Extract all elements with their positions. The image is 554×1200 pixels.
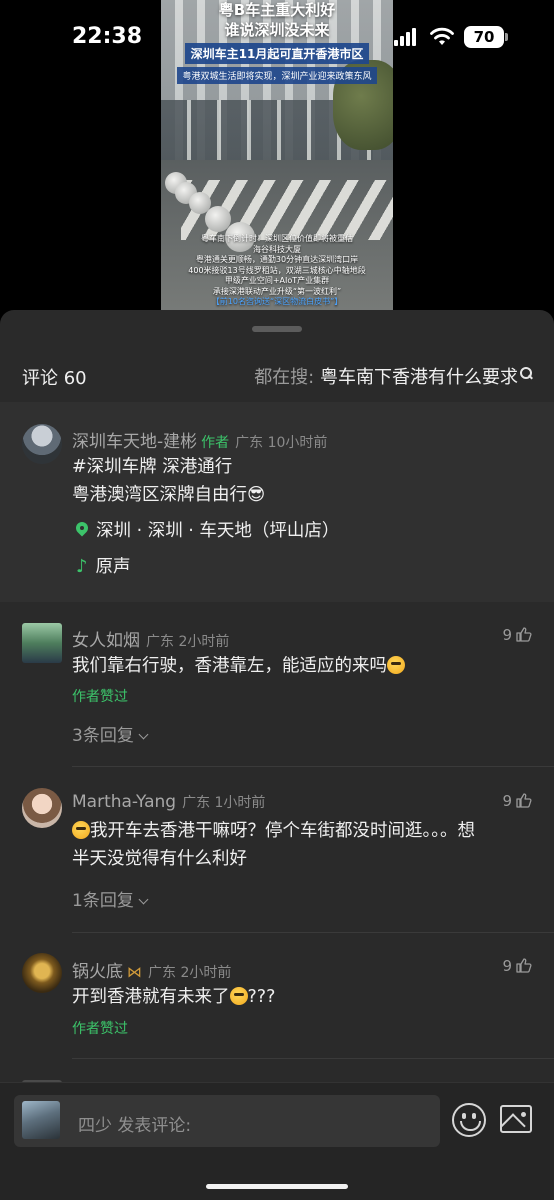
video-caption-line: 粤车南下倒计时！深圳区位价值即将被重估	[201, 234, 353, 243]
author-liked-tag: 作者赞过	[72, 1021, 128, 1037]
video-caption-line: 粤港通关更顺畅，通勤30分钟直达深圳湾口岸	[195, 255, 359, 264]
video-caption-line: 400米接驳13号线罗租站，双湖三城核心中轴地段	[188, 265, 366, 275]
video-caption-cta: 【前10名咨询送“深区物流白皮书”】	[211, 297, 343, 306]
comment-location-time: 广东 1小时前	[182, 795, 266, 811]
comments-header: 评论 60 都在搜: 粤车南下香港有什么要求	[0, 350, 554, 400]
author-post: 深圳车天地-建彬 作者 广东 10小时前 #深圳车牌 深港通行 粤港澳湾区深牌自由行…	[0, 402, 554, 602]
search-label: 都在搜:	[254, 367, 315, 388]
post-username[interactable]: 深圳车天地-建彬	[72, 432, 197, 452]
divider	[72, 932, 554, 933]
comment-location-time: 广东 2小时前	[148, 965, 232, 981]
cellular-signal-icon	[394, 28, 418, 46]
like-button[interactable]: 9	[502, 792, 532, 810]
battery-icon: 70	[464, 26, 508, 48]
avatar[interactable]	[22, 623, 62, 663]
comment-username-row: Martha-Yang 广东 1小时前	[72, 792, 265, 812]
status-time: 22:38	[72, 24, 143, 49]
comment-text-suffix: ???	[247, 987, 276, 1007]
comment-text-body: 我们靠右行驶，香港靠左，能适应的来吗	[72, 656, 387, 676]
post-sound[interactable]: 原声	[96, 557, 131, 577]
chevron-down-icon	[138, 729, 149, 740]
comment-count: 评论 60	[22, 368, 87, 389]
like-button[interactable]: 9	[502, 957, 532, 975]
comment-username-row: 锅火底 ⋈ 广东 2小时前	[72, 957, 231, 982]
thumbs-up-icon	[516, 793, 532, 808]
comments-panel: 评论 60 都在搜: 粤车南下香港有什么要求 深圳车天地-建彬 作者 广东 10小时…	[0, 310, 554, 1200]
comment-username[interactable]: Martha-Yang	[72, 792, 176, 812]
like-count: 9	[502, 957, 512, 975]
laughing-emoji-icon	[387, 656, 405, 674]
emoji-button-icon[interactable]	[452, 1103, 486, 1137]
wifi-icon	[430, 27, 454, 45]
like-button[interactable]: 9	[502, 626, 532, 644]
comment-text-line1: 我开车去香港干嘛呀？停个车街都没时间逛。。。想	[90, 821, 475, 841]
comment-text-body: 开到香港就有未来了	[72, 987, 230, 1007]
music-note-icon: ♪	[76, 556, 88, 577]
post-location[interactable]: 深圳 · 深圳 · 车天地（坪山店）	[96, 521, 339, 541]
comment-username[interactable]: 女人如烟	[72, 631, 140, 651]
comment-text: 开到香港就有未来了???	[72, 983, 275, 1011]
divider	[72, 766, 554, 767]
comment-text: 我们靠右行驶，香港靠左，能适应的来吗	[72, 652, 405, 680]
post-username-row: 深圳车天地-建彬 作者 广东 10小时前	[72, 427, 327, 452]
post-line2: 粤港澳湾区深牌自由行😎	[72, 485, 266, 505]
avatar[interactable]	[22, 788, 62, 828]
replies-label: 1条回复	[72, 891, 134, 911]
post-line1: #深圳车牌 深港通行	[72, 457, 233, 477]
laughing-emoji-icon	[72, 821, 90, 839]
location-pin-icon	[76, 522, 88, 538]
butterfly-badge-icon: ⋈	[127, 963, 142, 981]
video-caption-line: 承接深港联动产业升级“第一波红利”	[212, 286, 342, 296]
comment-text-line2: 半天没觉得有什么利好	[72, 849, 247, 869]
post-location-row[interactable]: 深圳 · 深圳 · 车天地（坪山店）	[76, 517, 339, 545]
comment-input-bar: 四少 发表评论:	[0, 1082, 554, 1200]
author-tag: 作者	[201, 435, 230, 451]
thumbs-up-icon	[516, 627, 532, 642]
comment-input-placeholder[interactable]: 四少 发表评论:	[78, 1111, 191, 1136]
home-indicator	[206, 1184, 348, 1189]
author-liked-tag: 作者赞过	[72, 689, 128, 705]
divider	[72, 1058, 554, 1059]
like-count: 9	[502, 626, 512, 644]
avatar	[22, 1101, 60, 1139]
post-location-time: 广东 10小时前	[235, 435, 328, 451]
view-replies-button[interactable]: 1条回复	[72, 886, 149, 911]
comment-location-time: 广东 2小时前	[146, 634, 230, 650]
comment-username-row: 女人如烟 广东 2小时前	[72, 626, 229, 651]
drag-handle[interactable]	[252, 326, 302, 332]
search-query[interactable]: 粤车南下香港有什么要求	[320, 367, 518, 388]
video-caption-line: 甲级产业空间+AIoT产业集群	[224, 276, 330, 285]
like-count: 9	[502, 792, 512, 810]
image-button-icon[interactable]	[500, 1105, 532, 1133]
avatar[interactable]	[22, 953, 62, 993]
thumbs-up-icon	[516, 958, 532, 973]
replies-label: 3条回复	[72, 726, 134, 746]
avatar[interactable]	[22, 424, 62, 464]
input-placeholder-text: 发表评论:	[117, 1116, 192, 1136]
comment-username[interactable]: 锅火底	[72, 962, 123, 982]
post-sound-row[interactable]: ♪ 原声	[76, 553, 131, 581]
status-bar: 22:38 70	[0, 0, 554, 74]
video-caption: 粤车南下倒计时！深圳区位价值即将被重估 海谷科技大厦 粤港通关更顺畅，通勤30分…	[161, 234, 393, 308]
search-icon[interactable]	[520, 367, 532, 379]
view-replies-button[interactable]: 3条回复	[72, 721, 149, 746]
search-suggestion[interactable]: 都在搜: 粤车南下香港有什么要求	[254, 363, 532, 389]
comment-text: 我开车去香港干嘛呀？停个车街都没时间逛。。。想	[72, 817, 475, 845]
video-caption-line: 海谷科技大厦	[253, 244, 301, 254]
laughing-emoji-icon	[229, 987, 248, 1005]
input-username: 四少	[78, 1116, 112, 1136]
chevron-down-icon	[138, 894, 149, 905]
